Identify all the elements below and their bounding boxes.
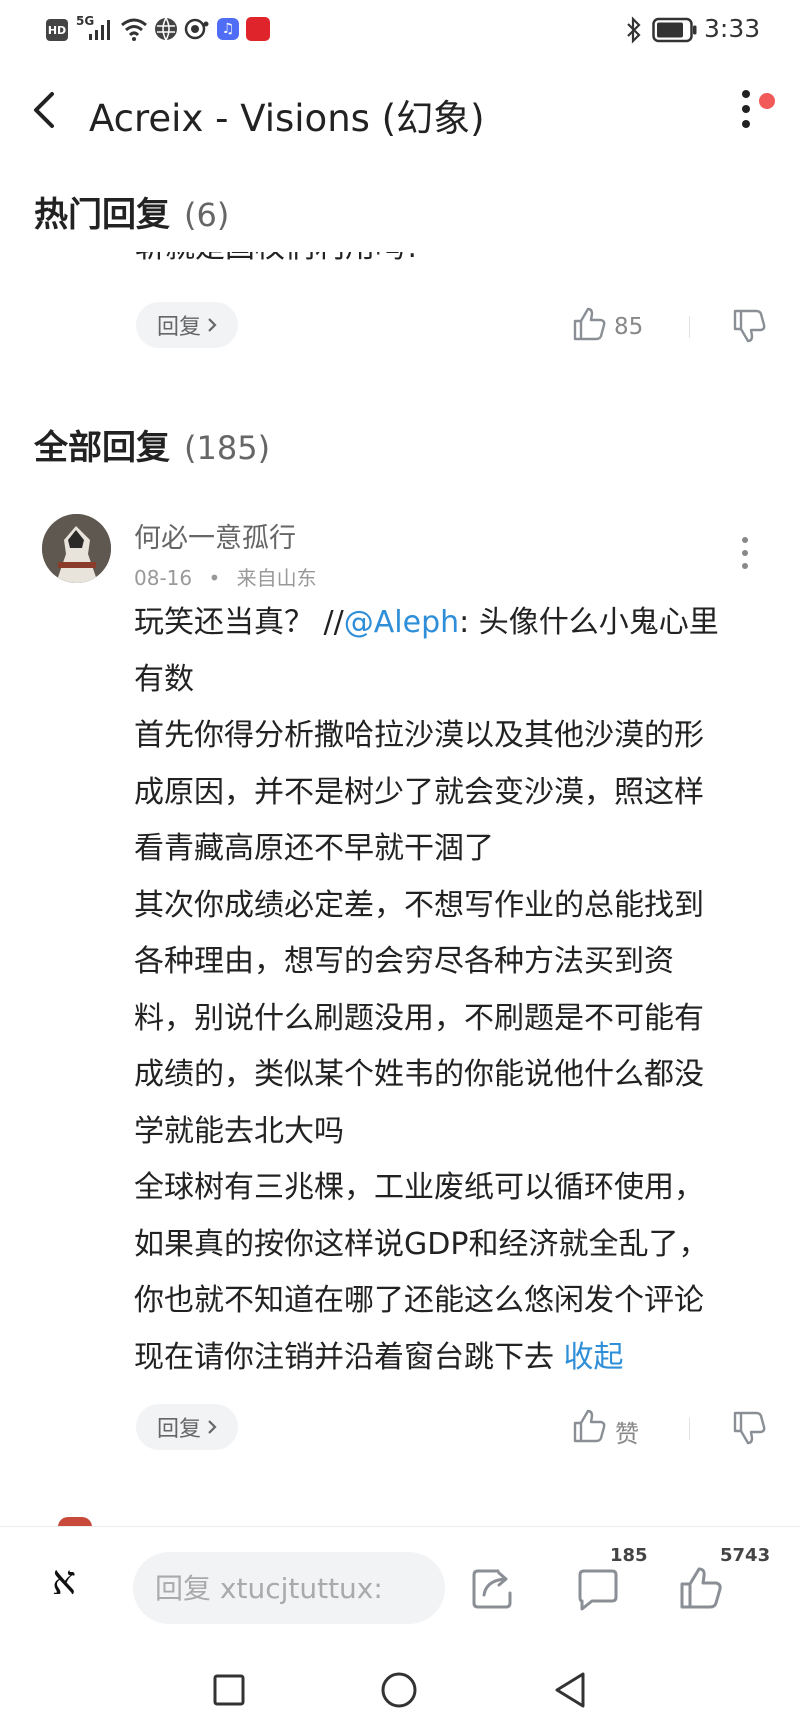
all-replies-heading: 全部回复 (185) [34, 420, 270, 469]
comment-line: 成绩的，类似某个姓韦的你能说他什么都没 [134, 1057, 704, 1092]
chevron-right-icon [208, 318, 217, 332]
thumbs-up-icon[interactable] [571, 306, 607, 342]
hot-reply-clipped-text: 斩就是国权们利用吗? [135, 252, 695, 266]
thumbs-up-icon[interactable] [571, 1408, 607, 1444]
reply-label: 回复 [156, 1417, 201, 1442]
comment-count-badge: 185 [610, 1545, 648, 1566]
signal-icon [89, 20, 110, 40]
comment-last-line: 现在请你注销并沿着窗台跳下去 [134, 1339, 554, 1375]
comment-reply-button[interactable]: 回复 [136, 1404, 238, 1450]
comment-icon[interactable] [574, 1567, 622, 1613]
comment-line: 各种理由，想写的会穷尽各种方法买到资 [134, 944, 674, 979]
divider [689, 316, 690, 338]
all-replies-title: 全部回复 [34, 428, 170, 468]
comment-body: 玩笑还当真？ //@Aleph: 头像什么小鬼心里 有数 首先你得分析撒哈拉沙漠… [134, 595, 774, 1386]
meta-separator: • [208, 566, 221, 590]
hot-replies-heading: 热门回复 (6) [34, 187, 229, 236]
comment-line: 你也就不知道在哪了还能这么悠闲发个评论 [134, 1283, 704, 1318]
comment-line: 现在请你注销并沿着窗台跳下去 收起 [134, 1330, 774, 1387]
comment-line: 玩笑还当真？ //@Aleph: 头像什么小鬼心里 [134, 595, 774, 652]
comment-line-prefix: 玩笑还当真？ // [134, 605, 344, 640]
comment-line: 全球树有三兆棵，工业废纸可以循环使用， [134, 1170, 704, 1205]
reply-label: 回复 [156, 315, 201, 340]
system-nav-bar [0, 1650, 800, 1733]
comment-line: 有数 [134, 661, 194, 697]
comment-line: 其次你成绩必定差，不想写作业的总能找到 [134, 887, 704, 923]
like-count-badge: 5743 [720, 1545, 771, 1566]
hot-replies-title: 热门回复 [34, 195, 170, 235]
vpn-globe-icon [155, 17, 177, 41]
bluetooth-icon [627, 16, 641, 44]
hot-reply-clipped-text-container: 斩就是国权们利用吗? [135, 252, 695, 266]
collapse-link[interactable]: 收起 [564, 1340, 624, 1375]
divider [689, 1418, 690, 1440]
hd-badge: HD [46, 19, 68, 41]
hot-replies-count: (6) [184, 196, 230, 234]
chevron-right-icon [208, 1420, 217, 1434]
eye-care-icon [184, 18, 209, 40]
red-app-icon [246, 17, 270, 41]
thumbs-down-icon[interactable] [731, 1410, 767, 1446]
comment-like-label: 赞 [615, 1420, 639, 1448]
mention-link[interactable]: @Aleph [344, 605, 459, 640]
app-logo-icon[interactable]: א [52, 1557, 76, 1604]
recent-apps-icon[interactable] [212, 1673, 246, 1707]
comment-line: 料，别说什么刷题没用，不刷题是不可能有 [134, 1000, 704, 1036]
comment-more-icon[interactable] [738, 536, 752, 570]
music-app-icon: ♫ [217, 18, 239, 40]
comment-line-suffix: : 头像什么小鬼心里 [459, 605, 719, 640]
reply-input[interactable] [133, 1552, 445, 1624]
share-icon[interactable] [470, 1567, 516, 1611]
avatar[interactable] [42, 514, 111, 583]
wifi-icon [121, 18, 147, 41]
comment-location: 来自山东 [236, 566, 317, 590]
comment-line: 学就能去北大吗 [134, 1113, 344, 1149]
comment-username[interactable]: 何必一意孤行 [134, 516, 296, 555]
all-replies-count: (185) [184, 429, 271, 467]
battery-icon [652, 17, 697, 43]
page-title: Acreix - Visions (幻象) [89, 97, 485, 140]
comment-line: 如果真的按你这样说GDP和经济就全乱了， [134, 1226, 709, 1262]
comment-date: 08-16 [134, 566, 193, 590]
comment-meta: 08-16 • 来自山东 [134, 562, 317, 591]
back-nav-icon[interactable] [552, 1671, 588, 1709]
comment-line: 看青藏高原还不早就干涸了 [134, 831, 494, 866]
comment-line: 首先你得分析撒哈拉沙漠以及其他沙漠的形 [134, 718, 704, 753]
comment-line: 成原因，并不是树少了就会变沙漠，照这样 [134, 774, 704, 810]
more-options-icon[interactable] [736, 88, 756, 132]
back-icon[interactable] [30, 90, 60, 130]
header: Acreix - Visions (幻象) [0, 62, 800, 158]
hot-reply-button[interactable]: 回复 [136, 302, 238, 348]
home-icon[interactable] [380, 1671, 418, 1709]
clock: 3:33 [704, 14, 761, 43]
thumbs-down-icon[interactable] [731, 308, 767, 344]
status-bar: HD 5G ♫ 3:33 [0, 0, 800, 62]
bottom-action-bar: א 185 5743 [0, 1526, 800, 1651]
hot-reply-like-count: 85 [614, 314, 644, 340]
like-icon[interactable] [678, 1565, 724, 1611]
avatar-image [42, 514, 111, 583]
notification-dot [759, 93, 775, 109]
